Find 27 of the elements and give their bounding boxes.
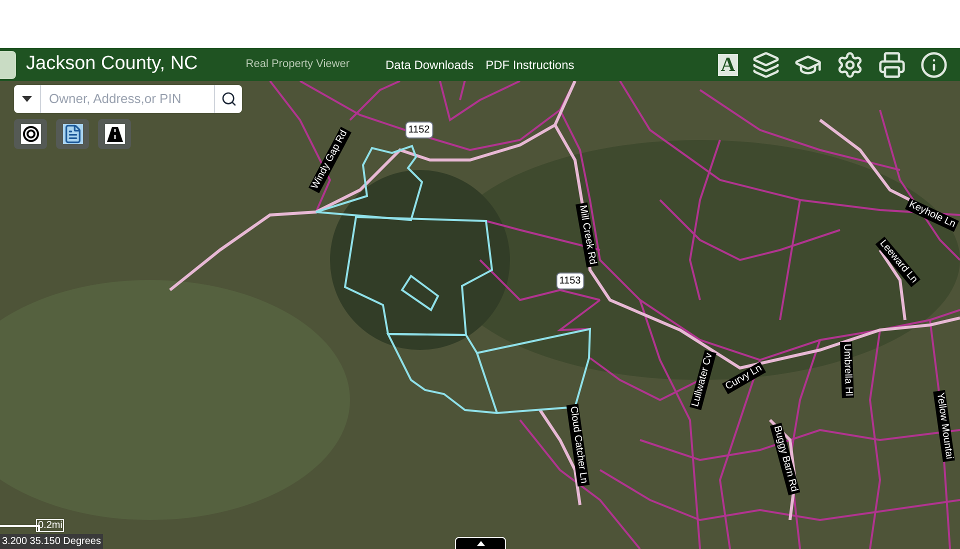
layers-icon[interactable] [752,50,780,78]
route-shield: 1152 [405,122,433,138]
settings-icon[interactable] [836,50,864,78]
documents-tool-button[interactable] [56,119,89,149]
app-subtitle: Real Property Viewer [246,57,350,72]
route-shield: 1153 [556,272,584,290]
coordinates-readout: 3.200 35.150 Degrees [0,534,103,549]
target-icon [20,124,40,144]
scale-bar-icon [0,525,40,531]
county-logo-icon [0,50,16,78]
app-title: Jackson County, NC [26,52,198,76]
search-input[interactable]: Owner, Address,or PIN [41,89,214,109]
text-tool-button[interactable]: A [718,54,738,76]
search-icon [220,91,236,107]
expand-panel-button[interactable] [455,537,506,549]
caret-down-icon [22,96,32,102]
road-tool-button[interactable] [98,119,131,149]
scale-label: 0.2mi [36,519,64,532]
caret-up-icon [476,541,484,546]
printer-icon[interactable] [878,50,906,78]
info-icon[interactable] [920,50,948,78]
identify-tool-button[interactable] [14,119,47,149]
nav-link[interactable]: Data Downloads [386,56,474,74]
document-icon [62,124,82,144]
search-field[interactable]: Owner, Address,or PIN [14,85,242,113]
road-icon [104,124,124,144]
nav-link[interactable]: PDF Instructions [486,56,574,74]
